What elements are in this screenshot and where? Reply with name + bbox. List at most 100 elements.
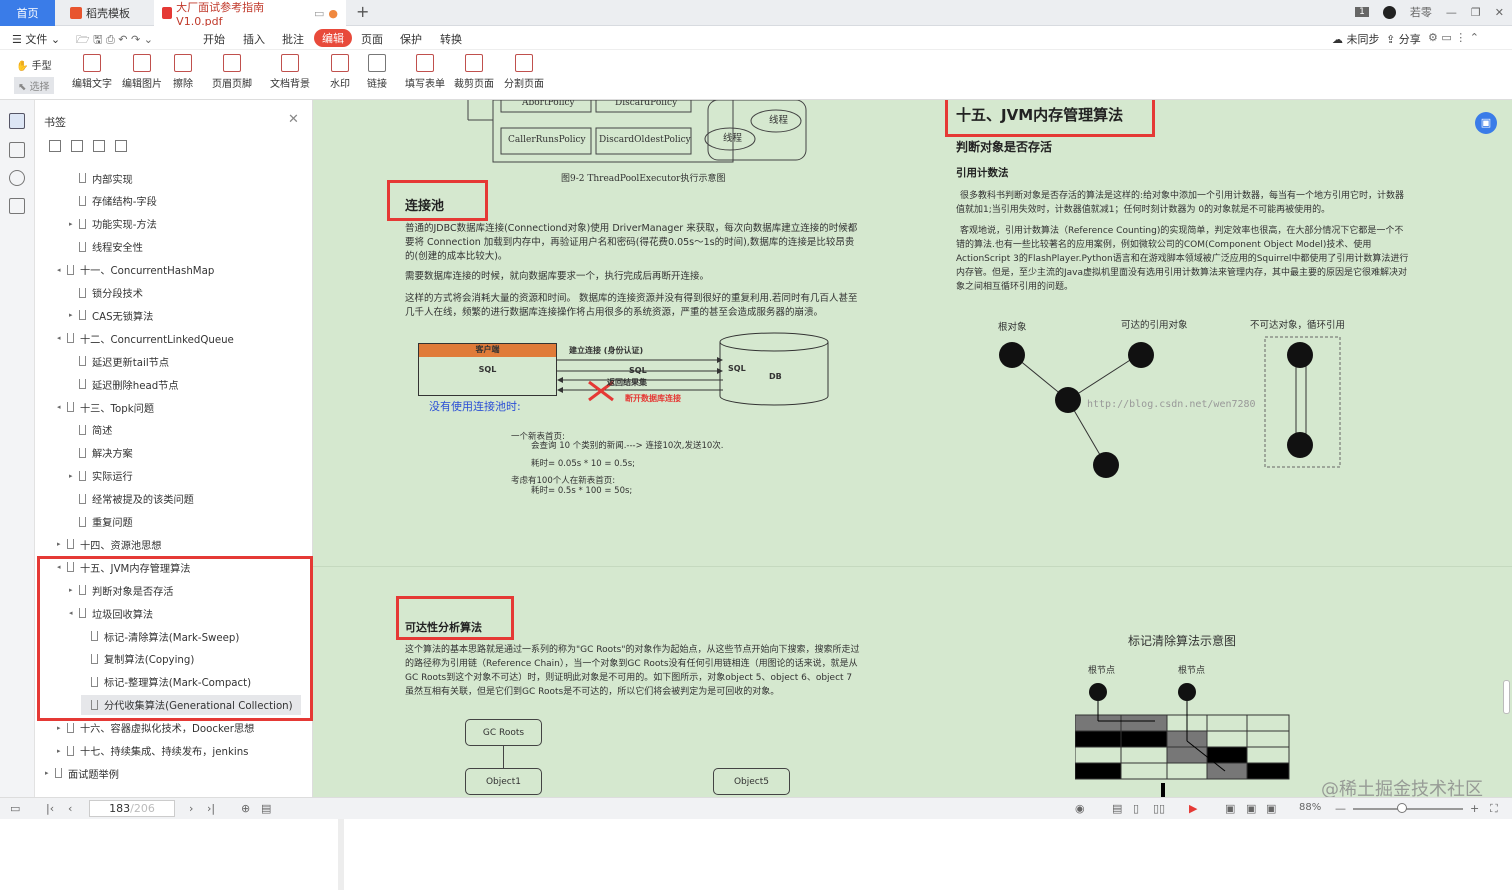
next-page-icon[interactable]: › xyxy=(189,802,193,815)
expand-arrow-icon[interactable]: ◂ xyxy=(57,403,67,411)
expand-arrow-icon[interactable]: ▸ xyxy=(57,540,67,548)
tab-window-icon[interactable]: ▭ xyxy=(314,7,324,20)
add-page-icon[interactable]: ⊕ xyxy=(241,802,250,815)
bookmark-item[interactable]: ▸ 实际运行 xyxy=(69,466,133,486)
close-icon[interactable]: ✕ xyxy=(1495,6,1504,19)
quick-access-icons[interactable]: 🗁 🖫 ⎙ ↶ ↷ ⌄ xyxy=(76,31,153,50)
floating-assistant-icon[interactable]: ▣ xyxy=(1475,112,1497,134)
client-label: 客户端 xyxy=(419,344,556,357)
bookmark-item[interactable]: ◂ 十二、ConcurrentLinkedQueue xyxy=(57,328,234,348)
bookmark-item[interactable]: ▸ CAS无锁算法 xyxy=(69,305,153,325)
attachment-icon[interactable] xyxy=(9,170,25,186)
crop-page-button[interactable]: 裁剪页面 xyxy=(454,54,494,90)
bookmark-item[interactable]: 线程安全性 xyxy=(69,237,143,257)
play-icon[interactable]: ▶ xyxy=(1189,802,1197,815)
share-button[interactable]: ⇪ 分享 xyxy=(1386,31,1421,47)
expand-arrow-icon[interactable]: ▸ xyxy=(57,747,67,755)
delete-bookmark-icon[interactable] xyxy=(115,140,127,152)
tab-home[interactable]: 首页 xyxy=(0,0,55,26)
expand-arrow-icon[interactable]: ◂ xyxy=(57,334,67,342)
sidebar-toggle-icon[interactable]: ▭ xyxy=(10,802,20,815)
eye-protect-icon[interactable]: ◉ xyxy=(1075,802,1085,815)
zoom-level[interactable]: 88% xyxy=(1299,802,1321,813)
menu-edit[interactable]: 编辑 xyxy=(314,29,352,47)
menu-protect[interactable]: 保护 xyxy=(400,31,422,47)
bookmark-item[interactable]: 解决方案 xyxy=(69,443,133,463)
menu-insert[interactable]: 插入 xyxy=(243,31,265,47)
minimize-icon[interactable]: — xyxy=(1446,6,1457,19)
tab-template[interactable]: 稻壳模板 xyxy=(62,0,147,26)
last-page-icon[interactable]: ›| xyxy=(207,802,215,815)
signature-icon[interactable] xyxy=(9,198,25,214)
header-footer-button[interactable]: 页眉页脚 xyxy=(212,54,252,90)
select-tool[interactable]: ⬉ 选择 xyxy=(14,77,54,94)
document-scrollbar[interactable] xyxy=(1503,680,1510,714)
tab-pdf[interactable]: 大厂面试参考指南V1.0.pdf ▭ ● xyxy=(154,0,346,28)
thumbnail-icon[interactable] xyxy=(9,142,25,158)
bookmark-item[interactable]: ▸ 功能实现-方法 xyxy=(69,214,157,234)
fullscreen-icon[interactable]: ⛶ xyxy=(1490,802,1498,816)
bookmark-item[interactable]: 存储结构-字段 xyxy=(69,191,157,211)
bookmark-item[interactable]: 锁分段技术 xyxy=(69,283,143,303)
page-number-input[interactable]: 183/206 xyxy=(89,800,175,817)
double-page-icon[interactable]: ▯▯ xyxy=(1153,802,1165,815)
continuous-view-icon[interactable]: ▤ xyxy=(1112,802,1122,815)
expand-arrow-icon[interactable]: ▸ xyxy=(69,472,79,480)
panel-close-icon[interactable]: ✕ xyxy=(288,112,299,127)
single-page-icon[interactable]: ▯ xyxy=(1133,802,1139,815)
bookmark-item[interactable]: 内部实现 xyxy=(69,168,133,188)
doc-background-button[interactable]: 文档背景 xyxy=(270,54,310,90)
fit-page-icon[interactable]: ▣ xyxy=(1246,802,1256,815)
menu-file[interactable]: ☰ 文件 ⌄ xyxy=(12,31,60,47)
edit-text-button[interactable]: 编辑文字 xyxy=(72,54,112,90)
user-name[interactable]: 若零 xyxy=(1410,4,1432,20)
menu-page[interactable]: 页面 xyxy=(361,31,383,47)
extract-page-icon[interactable]: ▤ xyxy=(261,802,271,815)
edit-image-button[interactable]: 编辑图片 xyxy=(122,54,162,90)
menu-annotate[interactable]: 批注 xyxy=(282,31,304,47)
bookmark-item[interactable]: 延迟更新tail节点 xyxy=(69,351,169,371)
actual-size-icon[interactable]: ▣ xyxy=(1266,802,1276,815)
zoom-slider-knob[interactable] xyxy=(1397,803,1407,813)
bookmark-item[interactable]: ▸ 面试题举例 xyxy=(45,763,119,783)
bookmark-panel-icon[interactable] xyxy=(9,113,25,129)
page-count-badge[interactable]: 1 xyxy=(1355,7,1369,17)
sync-status[interactable]: ☁ 未同步 xyxy=(1332,31,1380,47)
settings-icon[interactable]: ⚙ ▭ ⋮ ⌃ xyxy=(1428,31,1479,44)
bookmark-item[interactable]: ◂ 十三、Topk问题 xyxy=(57,397,154,417)
expand-arrow-icon[interactable]: ◂ xyxy=(57,266,67,274)
bookmark-item[interactable]: ◂ 十一、ConcurrentHashMap xyxy=(57,260,214,280)
avatar[interactable] xyxy=(1382,5,1396,19)
bookmark-item[interactable]: ▸ 十四、资源池思想 xyxy=(57,534,162,554)
fit-width-icon[interactable]: ▣ xyxy=(1225,802,1235,815)
bookmark-item[interactable]: 重复问题 xyxy=(69,512,133,532)
link-button[interactable]: 链接 xyxy=(367,54,387,90)
menu-start[interactable]: 开始 xyxy=(203,31,225,47)
first-page-icon[interactable]: |‹ xyxy=(46,802,54,815)
menu-convert[interactable]: 转换 xyxy=(440,31,462,47)
hand-tool[interactable]: ✋ 手型 xyxy=(16,57,52,72)
fill-form-button[interactable]: 填写表单 xyxy=(405,54,445,90)
zoom-out-icon[interactable]: — xyxy=(1335,802,1346,815)
bookmark-item[interactable]: 延迟删除head节点 xyxy=(69,374,179,394)
expand-arrow-icon[interactable]: ▸ xyxy=(69,220,79,228)
split-page-button[interactable]: 分割页面 xyxy=(504,54,544,90)
prev-page-icon[interactable]: ‹ xyxy=(68,802,72,815)
bookmark-item[interactable]: ▸ 十七、持续集成、持续发布，jenkins xyxy=(57,741,249,761)
restore-icon[interactable]: ❐ xyxy=(1471,6,1481,19)
bookmark-item[interactable]: 简述 xyxy=(69,420,112,440)
bookmark-label: 线程安全性 xyxy=(92,243,143,255)
bookmark-item[interactable]: 经常被提及的该类问题 xyxy=(69,489,194,509)
pool-paragraph-2: 需要数据库连接的时候，就向数据库要求一个，执行完成后再断开连接。 xyxy=(405,271,710,282)
new-tab-button[interactable]: + xyxy=(356,2,369,21)
expand-arrow-icon[interactable]: ▸ xyxy=(57,724,67,732)
watermark-button[interactable]: 水印 xyxy=(330,54,350,90)
zoom-in-icon[interactable]: + xyxy=(1470,802,1479,815)
erase-button[interactable]: 擦除 xyxy=(173,54,193,90)
add-bookmark-icon[interactable] xyxy=(93,140,105,152)
expand-all-icon[interactable] xyxy=(49,140,61,152)
collapse-all-icon[interactable] xyxy=(71,140,83,152)
expand-arrow-icon[interactable]: ▸ xyxy=(69,311,79,319)
expand-arrow-icon[interactable]: ▸ xyxy=(45,769,55,777)
zoom-slider[interactable] xyxy=(1353,808,1463,810)
